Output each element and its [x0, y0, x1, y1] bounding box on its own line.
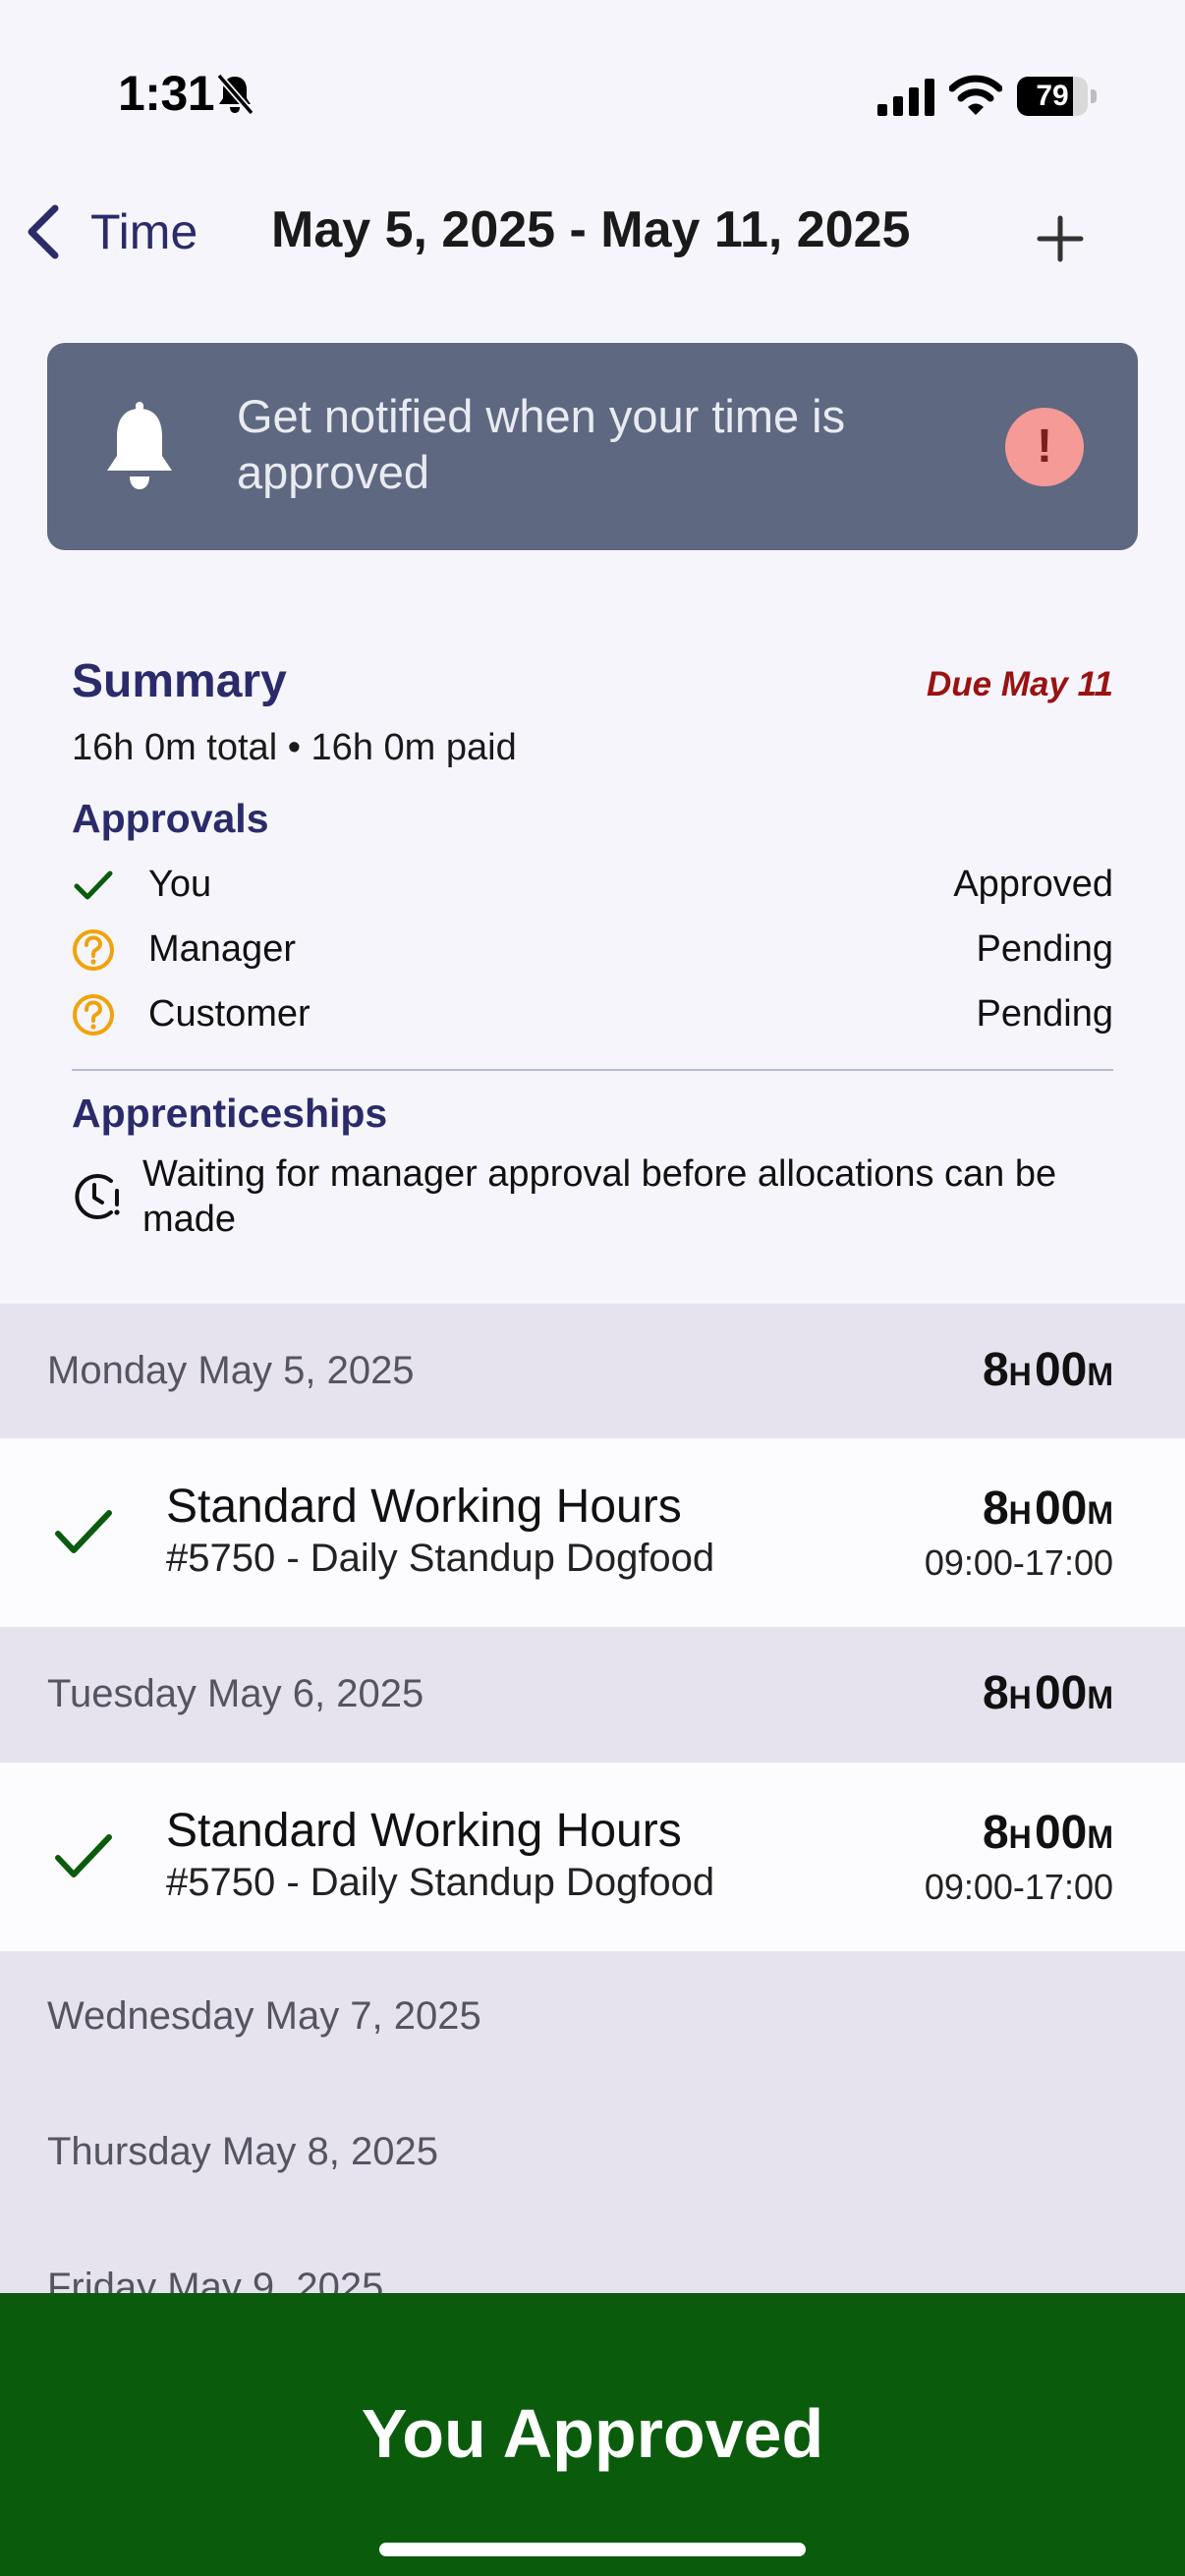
question-icon — [73, 929, 114, 971]
day-list-remaining: Wednesday May 7, 2025 Thursday May 8, 20… — [0, 1951, 1185, 2309]
day-total: 8H 00M — [982, 1344, 1113, 1396]
bell-slash-icon — [216, 73, 254, 116]
notification-banner[interactable]: Get notified when your time is approved … — [47, 343, 1138, 550]
entry-title: Standard Working Hours — [166, 1481, 682, 1533]
summary-title: Summary — [72, 655, 287, 707]
approver-name: Manager — [148, 928, 296, 970]
day-label: Thursday May 8, 2025 — [47, 2130, 438, 2173]
approver-name: You — [148, 864, 212, 905]
summary-totals: 16h 0m total • 16h 0m paid — [72, 727, 517, 768]
entry-time-range: 09:00-17:00 — [924, 1542, 1113, 1583]
plus-icon[interactable] — [1032, 210, 1089, 267]
approvals-heading: Approvals — [72, 796, 269, 841]
wifi-icon — [949, 75, 1002, 115]
back-label: Time — [90, 204, 198, 259]
day-header-monday: Monday May 5, 2025 8H 00M — [0, 1304, 1185, 1438]
day-label: Tuesday May 6, 2025 — [47, 1672, 424, 1715]
question-icon — [73, 994, 114, 1036]
status-time: 1:31 — [118, 66, 215, 121]
home-indicator[interactable] — [379, 2543, 806, 2556]
bell-icon — [107, 402, 172, 489]
apprenticeships-note: Waiting for manager approval before allo… — [142, 1153, 1057, 1240]
entry-subtitle: #5750 - Daily Standup Dogfood — [166, 1861, 715, 1904]
day-total: 8H 00M — [982, 1667, 1113, 1719]
check-icon — [55, 1834, 112, 1877]
divider — [72, 1069, 1113, 1071]
approved-button[interactable]: You Approved — [0, 2293, 1185, 2576]
day-header-tuesday: Tuesday May 6, 2025 8H 00M — [0, 1627, 1185, 1763]
day-label: Wednesday May 7, 2025 — [47, 1994, 481, 2038]
check-icon — [55, 1510, 112, 1553]
approval-row-customer: Customer Pending — [72, 990, 1113, 1039]
time-entry[interactable]: Standard Working Hours #5750 - Daily Sta… — [0, 1763, 1185, 1951]
entry-duration: 8H 00M — [982, 1807, 1113, 1859]
alert-icon: ! — [1005, 408, 1084, 486]
approval-row-manager: Manager Pending — [72, 925, 1113, 975]
battery-level: 79 — [1036, 80, 1069, 112]
page-title: May 5, 2025 - May 11, 2025 — [271, 201, 911, 258]
time-entry[interactable]: Standard Working Hours #5750 - Daily Sta… — [0, 1438, 1185, 1627]
approver-name: Customer — [148, 993, 310, 1035]
banner-text: Get notified when your time is approved — [237, 390, 846, 498]
entry-duration: 8H 00M — [982, 1483, 1113, 1535]
approval-row-you: You Approved — [72, 861, 1113, 910]
approval-status: Pending — [976, 993, 1113, 1035]
due-date: Due May 11 — [927, 665, 1113, 703]
back-button[interactable]: Time — [22, 195, 198, 269]
entry-time-range: 09:00-17:00 — [924, 1867, 1113, 1907]
entry-subtitle: #5750 - Daily Standup Dogfood — [166, 1537, 715, 1580]
signal-icon — [877, 79, 934, 116]
apprenticeships-heading: Apprenticeships — [72, 1091, 388, 1136]
clock-alert-icon — [75, 1174, 120, 1219]
status-bar: 1:31 79 — [0, 0, 1185, 187]
entry-title: Standard Working Hours — [166, 1805, 682, 1857]
battery-icon: 79 — [1017, 77, 1098, 116]
day-label: Monday May 5, 2025 — [47, 1349, 415, 1392]
approval-status: Pending — [976, 928, 1113, 970]
approved-label: You Approved — [361, 2395, 824, 2472]
approval-status: Approved — [953, 864, 1113, 905]
check-icon — [74, 870, 113, 900]
chevron-left-icon — [28, 204, 59, 259]
